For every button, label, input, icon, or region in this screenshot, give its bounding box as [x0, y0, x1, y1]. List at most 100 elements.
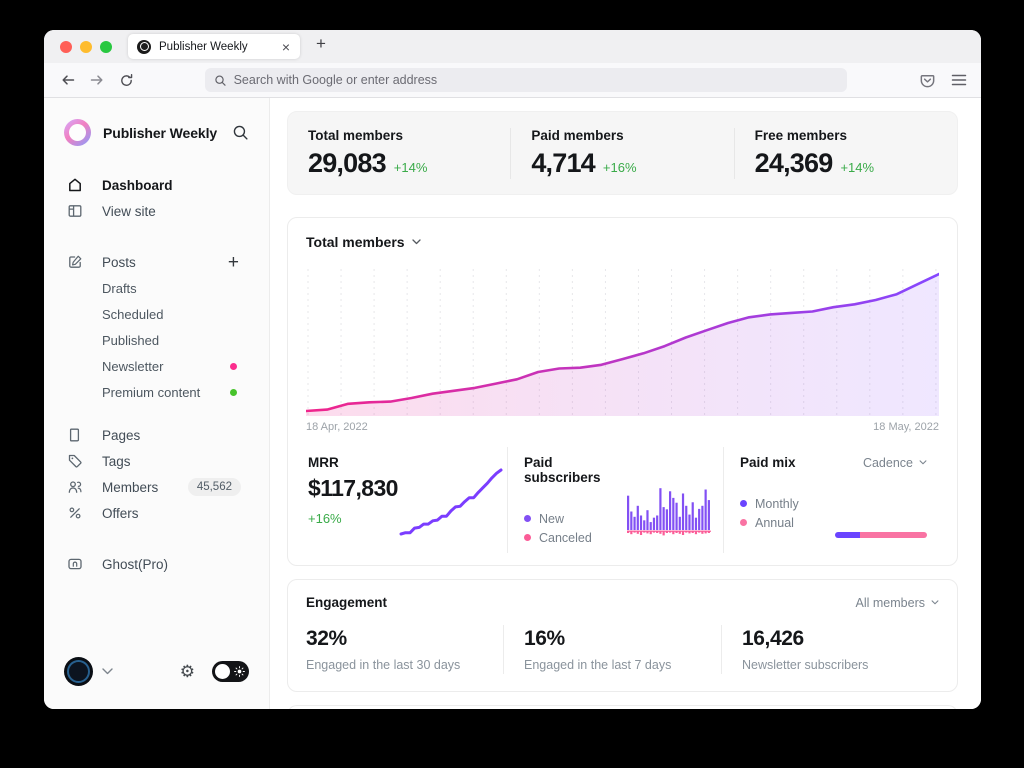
tag-icon — [66, 453, 83, 470]
sidebar-item-label: Posts — [102, 255, 136, 270]
tab-title: Publisher Weekly — [159, 41, 281, 53]
next-card-partial — [287, 705, 958, 709]
paid-mix-metric: Paid mix Cadence Monthly — [723, 447, 939, 553]
stat-total-members: Total members 29,083 +14% — [288, 128, 510, 179]
sidebar-item-published[interactable]: Published — [44, 327, 269, 353]
stat-delta: +14% — [840, 160, 874, 175]
browser-tab[interactable]: Publisher Weekly × — [128, 34, 300, 59]
new-tab-button[interactable]: + — [316, 34, 326, 54]
cadence-dropdown[interactable]: Cadence — [863, 456, 927, 470]
premium-content-dot — [230, 389, 237, 396]
browser-window: Publisher Weekly × + — [44, 30, 981, 709]
total-members-chart — [306, 266, 939, 416]
members-icon — [66, 479, 83, 496]
chevron-down-icon[interactable] — [102, 668, 113, 675]
annual-segment — [860, 532, 927, 538]
stat-paid-members: Paid members 4,714 +16% — [510, 128, 733, 179]
sidebar-item-label: Offers — [102, 506, 139, 521]
newsletter-dot — [230, 363, 237, 370]
sidebar-item-premium-content[interactable]: Premium content — [44, 379, 269, 405]
engagement-30d: 32% Engaged in the last 30 days — [306, 625, 503, 674]
dashboard-main: Total members 29,083 +14% Paid members 4… — [270, 98, 981, 709]
legend-canceled: Canceled — [524, 528, 627, 547]
address-bar[interactable] — [205, 68, 847, 92]
zoom-window-button[interactable] — [100, 41, 112, 53]
stat-value: 29,083 — [308, 148, 386, 179]
tab-close-icon[interactable]: × — [281, 40, 291, 54]
sidebar-item-label: Members — [102, 480, 158, 495]
search-icon[interactable] — [232, 124, 249, 141]
sidebar-item-label: Dashboard — [102, 178, 173, 193]
mrr-delta: +16% — [308, 511, 398, 526]
legend-annual: Annual — [740, 513, 799, 532]
stat-value: 4,714 — [531, 148, 595, 179]
chart-end-date: 18 May, 2022 — [873, 421, 939, 433]
sidebar-item-offers[interactable]: Offers — [44, 500, 269, 526]
paid-subscribers-metric: Paid subscribers New Canceled — [507, 447, 723, 553]
sidebar-item-label: Pages — [102, 428, 140, 443]
back-icon[interactable] — [58, 70, 78, 90]
sidebar-item-scheduled[interactable]: Scheduled — [44, 301, 269, 327]
site-logo[interactable] — [64, 119, 91, 146]
minimize-window-button[interactable] — [80, 41, 92, 53]
add-post-button[interactable]: + — [228, 253, 239, 272]
sidebar-item-members[interactable]: Members 45,562 — [44, 474, 269, 500]
page-icon — [66, 427, 83, 444]
sidebar-item-dashboard[interactable]: Dashboard — [44, 172, 269, 198]
paid-mix-legend: Monthly Annual — [740, 494, 799, 547]
mrr-value: $117,830 — [308, 475, 398, 502]
window-controls — [60, 41, 112, 53]
monthly-segment — [835, 532, 860, 538]
paid-mix-stacked-bar — [835, 532, 927, 538]
browser-toolbar — [44, 63, 981, 98]
stat-value: 24,369 — [755, 148, 833, 179]
site-title: Publisher Weekly — [103, 125, 232, 141]
sidebar-item-tags[interactable]: Tags — [44, 448, 269, 474]
all-members-dropdown[interactable]: All members — [856, 596, 939, 610]
sidebar-item-drafts[interactable]: Drafts — [44, 275, 269, 301]
gear-icon[interactable]: ⚙ — [180, 663, 195, 680]
close-window-button[interactable] — [60, 41, 72, 53]
chart-metric-dropdown[interactable]: Total members — [306, 234, 421, 250]
members-count-badge: 45,562 — [188, 478, 241, 496]
sidebar-item-view-site[interactable]: View site — [44, 198, 269, 224]
growth-chart-card: Total members 18 Apr, 2022 18 May, 2022 — [287, 217, 958, 566]
home-icon — [66, 177, 83, 194]
paid-subscribers-bar-chart — [627, 481, 711, 545]
forward-icon[interactable] — [87, 70, 107, 90]
sun-icon — [234, 666, 245, 677]
chart-start-date: 18 Apr, 2022 — [306, 421, 368, 433]
reload-icon[interactable] — [116, 70, 136, 90]
user-avatar[interactable] — [64, 657, 93, 686]
engagement-card: Engagement All members 32% Engaged in th… — [287, 579, 958, 692]
sidebar-item-label: Tags — [102, 454, 131, 469]
mrr-sparkline-chart — [398, 462, 504, 540]
sidebar-item-ghost-pro[interactable]: Ghost(Pro) — [44, 551, 269, 577]
browser-window-icon — [66, 203, 83, 220]
engagement-title: Engagement — [306, 595, 387, 610]
ghost-pro-icon — [66, 556, 83, 573]
legend-monthly: Monthly — [740, 494, 799, 513]
stat-delta: +14% — [394, 160, 428, 175]
sidebar-item-posts[interactable]: Posts + — [44, 249, 269, 275]
newsletter-subscribers-stat: 16,426 Newsletter subscribers — [721, 625, 939, 674]
sidebar-item-newsletter[interactable]: Newsletter — [44, 353, 269, 379]
members-stats-card: Total members 29,083 +14% Paid members 4… — [287, 111, 958, 195]
pocket-icon[interactable] — [919, 72, 936, 89]
tab-bar: Publisher Weekly × + — [44, 30, 981, 63]
menu-icon[interactable] — [951, 73, 967, 87]
sidebar-item-pages[interactable]: Pages — [44, 422, 269, 448]
engagement-7d: 16% Engaged in the last 7 days — [503, 625, 721, 674]
legend-new: New — [524, 509, 627, 528]
dark-mode-toggle[interactable] — [212, 661, 249, 682]
toggle-knob — [215, 664, 230, 679]
stat-delta: +16% — [603, 160, 637, 175]
mrr-metric: MRR $117,830 +16% — [306, 447, 507, 553]
stat-free-members: Free members 24,369 +14% — [734, 128, 957, 179]
chevron-down-icon — [412, 239, 421, 245]
sidebar-item-label: View site — [102, 204, 156, 219]
pen-icon — [66, 254, 83, 271]
url-input[interactable] — [234, 73, 838, 87]
sidebar: Publisher Weekly Dashboard View site — [44, 98, 270, 709]
search-icon — [214, 74, 227, 87]
